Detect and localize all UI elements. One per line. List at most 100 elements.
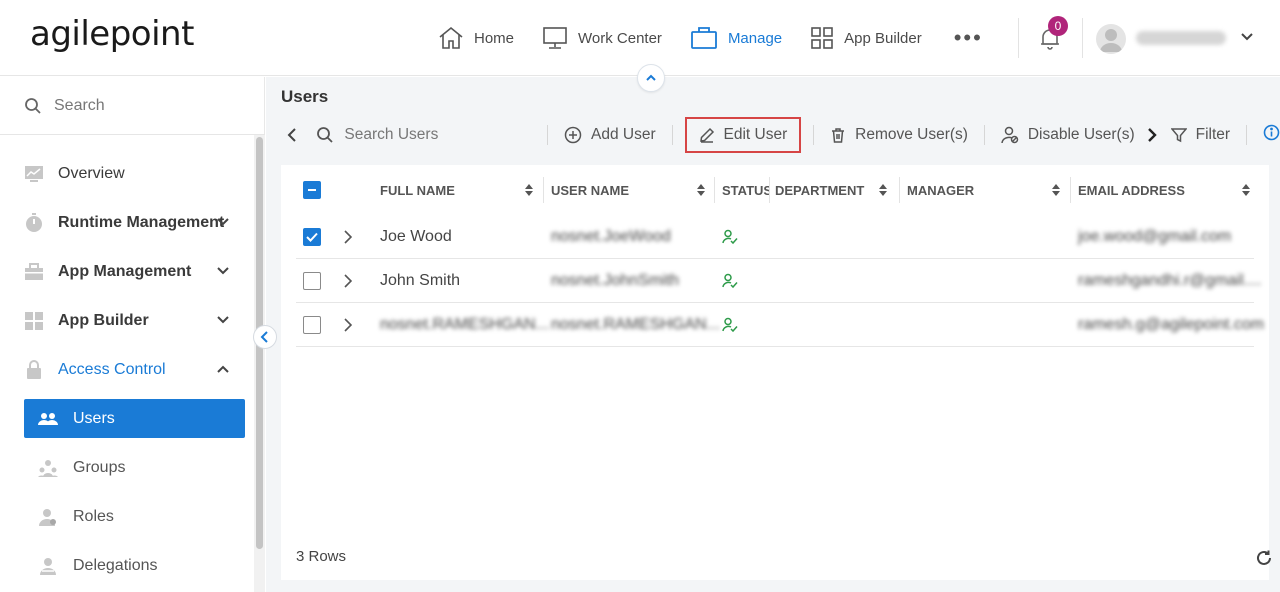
column-full-name[interactable]: FULL NAME xyxy=(380,165,543,215)
remove-users-button[interactable]: Remove User(s) xyxy=(824,126,974,144)
collapse-header-button[interactable] xyxy=(637,64,665,92)
select-all-checkbox[interactable] xyxy=(303,165,323,215)
info-icon[interactable] xyxy=(1263,124,1280,146)
nav-app-builder[interactable]: App Builder xyxy=(810,26,922,50)
column-department[interactable]: DEPARTMENT xyxy=(775,165,897,215)
groups-icon xyxy=(38,458,58,478)
nav-app-builder-label: App Builder xyxy=(844,29,922,47)
pencil-icon xyxy=(699,127,714,143)
avatar[interactable] xyxy=(1096,24,1126,54)
cell-user-name: nosnet.JoeWood xyxy=(551,228,671,245)
sort-icon xyxy=(1052,184,1060,196)
sidebar-subitem-label: Groups xyxy=(73,458,126,476)
sidebar-search-placeholder: Search xyxy=(54,96,105,114)
cell-email: ramesh.g@agilepoint.com xyxy=(1078,316,1265,333)
sidebar-subitem-roles[interactable]: Roles xyxy=(0,492,252,541)
column-label: STATUS xyxy=(722,182,769,198)
expand-row-icon[interactable] xyxy=(344,215,352,259)
agilepoint-logo[interactable]: agilepoint xyxy=(30,14,194,54)
column-email-address[interactable]: EMAIL ADDRESS xyxy=(1078,165,1260,215)
sidebar-subitem-users[interactable]: Users xyxy=(24,399,245,438)
sidebar-subitem-groups[interactable]: Groups xyxy=(0,443,252,492)
expand-row-icon[interactable] xyxy=(344,303,352,347)
toolbar-next-button[interactable] xyxy=(1147,127,1157,143)
column-divider xyxy=(769,177,770,203)
sidebar-item-app-management[interactable]: App Management xyxy=(0,247,252,296)
cell-user-name: nosnet.RAMESHGAN... xyxy=(551,316,720,333)
header-divider xyxy=(1018,18,1019,58)
add-user-button[interactable]: Add User xyxy=(558,126,662,144)
row-checkbox[interactable] xyxy=(303,215,321,259)
sidebar-collapse-button[interactable] xyxy=(253,325,277,349)
remove-users-label: Remove User(s) xyxy=(855,126,968,143)
add-user-label: Add User xyxy=(591,126,656,143)
sidebar-item-label: Overview xyxy=(58,164,125,182)
row-checkbox[interactable] xyxy=(303,303,321,347)
header-divider xyxy=(1082,18,1083,58)
column-manager[interactable]: MANAGER xyxy=(907,165,1070,215)
search-users-placeholder: Search Users xyxy=(344,126,439,143)
sidebar-item-runtime-management[interactable]: Runtime Management xyxy=(0,198,252,247)
chevron-down-icon[interactable] xyxy=(1240,30,1254,48)
chevron-right-icon xyxy=(1147,128,1157,142)
app-builder-icon xyxy=(24,311,44,331)
chevron-down-icon xyxy=(217,218,229,226)
sidebar-subitem-label: Roles xyxy=(73,507,114,525)
sidebar-menu: Overview Runtime Management App Manageme… xyxy=(0,149,252,590)
status-active-icon xyxy=(722,259,738,303)
column-status[interactable]: STATUS xyxy=(722,165,769,215)
page-title: Users xyxy=(281,87,329,106)
nav-work-center[interactable]: Work Center xyxy=(542,26,662,50)
nav-manage[interactable]: Manage xyxy=(690,26,782,50)
chevron-left-icon xyxy=(287,128,296,142)
column-divider xyxy=(899,177,900,203)
row-checkbox[interactable] xyxy=(303,259,321,303)
disable-users-label: Disable User(s) xyxy=(1027,126,1135,143)
main-nav: Home Work Center Manage App Builder ••• xyxy=(438,0,983,76)
column-label: DEPARTMENT xyxy=(775,182,865,198)
chevron-left-icon xyxy=(260,331,268,343)
toolbar-divider xyxy=(1246,125,1247,145)
column-user-name[interactable]: USER NAME xyxy=(551,165,715,215)
nav-home[interactable]: Home xyxy=(438,26,514,50)
filter-button[interactable]: Filter xyxy=(1165,126,1236,144)
edit-user-button[interactable]: Edit User xyxy=(684,117,802,153)
user-disable-icon xyxy=(1001,126,1019,144)
sort-icon xyxy=(879,184,887,196)
chevron-up-icon xyxy=(646,74,656,81)
lock-icon xyxy=(24,359,44,380)
search-users-input[interactable]: Search Users xyxy=(306,126,537,144)
home-icon xyxy=(439,26,463,49)
toolbar-back-button[interactable] xyxy=(281,127,306,143)
sort-icon xyxy=(525,184,533,196)
sidebar-subitem-label: Delegations xyxy=(73,556,158,574)
cell-user-name: nosnet.JohnSmith xyxy=(551,272,680,289)
expand-row-icon[interactable] xyxy=(344,259,352,303)
column-label: FULL NAME xyxy=(380,182,455,198)
refresh-icon[interactable] xyxy=(1255,549,1273,571)
table-row[interactable]: John Smith nosnet.JohnSmith rameshgandhi… xyxy=(296,259,1261,303)
sidebar-item-overview[interactable]: Overview xyxy=(0,149,252,198)
column-label: EMAIL ADDRESS xyxy=(1078,182,1185,198)
trash-icon xyxy=(832,128,845,143)
column-label: MANAGER xyxy=(907,182,975,198)
sort-icon xyxy=(697,184,705,196)
sidebar-item-app-builder[interactable]: App Builder xyxy=(0,296,252,345)
table-header: FULL NAME USER NAME STATUS DEPARTMENT MA… xyxy=(281,165,1269,215)
disable-users-button[interactable]: Disable User(s) xyxy=(995,126,1141,144)
sidebar-search[interactable]: Search xyxy=(0,77,265,135)
plus-circle-icon xyxy=(564,126,582,144)
stopwatch-icon xyxy=(24,212,44,233)
column-divider xyxy=(714,177,715,203)
sidebar-subitem-delegations[interactable]: Delegations xyxy=(0,541,252,590)
sort-icon xyxy=(1242,184,1250,196)
table-row[interactable]: Joe Wood nosnet.JoeWood joe.wood@gmail.c… xyxy=(296,215,1254,259)
toolbar-divider xyxy=(671,125,673,145)
user-name-redacted xyxy=(1136,31,1226,45)
monitor-icon xyxy=(543,27,567,49)
briefcase-icon xyxy=(691,27,717,49)
table-row[interactable]: nosnet.RAMESHGAN... nosnet.RAMESHGAN... … xyxy=(296,303,1264,347)
more-menu-icon[interactable]: ••• xyxy=(954,25,983,51)
overview-icon xyxy=(24,164,44,184)
sidebar-item-access-control[interactable]: Access Control xyxy=(0,345,252,394)
